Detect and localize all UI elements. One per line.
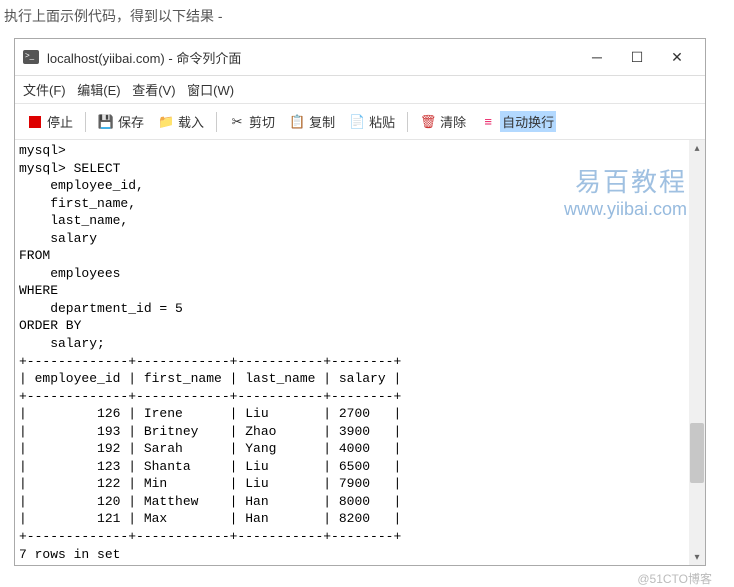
intro-text: 执行上面示例代码，得到以下结果 - — [4, 6, 730, 26]
cut-button[interactable]: ✂ 剪切 — [223, 109, 281, 134]
load-label: 载入 — [178, 112, 204, 131]
menu-bar: 文件(F) 编辑(E) 查看(V) 窗口(W) — [15, 76, 705, 104]
separator — [407, 112, 408, 132]
page-watermark: @51CTO博客 — [0, 566, 734, 587]
copy-icon: 📋 — [289, 114, 305, 130]
stop-button[interactable]: 停止 — [21, 109, 79, 134]
paste-icon: 📄 — [349, 114, 365, 130]
clear-button[interactable]: 🗑 清除 — [414, 109, 472, 134]
maximize-button[interactable]: ☐ — [617, 45, 657, 69]
toolbar: 停止 💾 保存 📁 载入 ✂ 剪切 📋 复制 📄 粘贴 🗑 清除 — [15, 104, 705, 140]
autowrap-button[interactable]: ≡ 自动换行 — [474, 108, 562, 135]
minimize-button[interactable]: ─ — [577, 45, 617, 69]
paste-label: 粘贴 — [369, 112, 395, 131]
stop-label: 停止 — [47, 112, 73, 131]
window-controls: ─ ☐ ✕ — [577, 45, 697, 69]
stop-icon — [27, 114, 43, 130]
app-window: localhost(yiibai.com) - 命令列介面 ─ ☐ ✕ 文件(F… — [14, 38, 706, 566]
menu-edit[interactable]: 编辑(E) — [77, 83, 120, 98]
separator — [216, 112, 217, 132]
save-button[interactable]: 💾 保存 — [92, 109, 150, 134]
trash-icon: 🗑 — [420, 114, 436, 130]
save-icon: 💾 — [98, 114, 114, 130]
auto-label: 自动换行 — [500, 111, 556, 132]
window-title: localhost(yiibai.com) - 命令列介面 — [47, 48, 577, 67]
scrollbar[interactable]: ▴ ▾ — [689, 140, 705, 565]
wrap-icon: ≡ — [480, 114, 496, 130]
scroll-down-button[interactable]: ▾ — [689, 549, 705, 565]
load-button[interactable]: 📁 载入 — [152, 109, 210, 134]
folder-icon: 📁 — [158, 114, 174, 130]
scroll-thumb[interactable] — [690, 423, 704, 483]
cut-label: 剪切 — [249, 112, 275, 131]
scroll-up-button[interactable]: ▴ — [689, 140, 705, 156]
copy-button[interactable]: 📋 复制 — [283, 109, 341, 134]
scissors-icon: ✂ — [229, 114, 245, 130]
paste-button[interactable]: 📄 粘贴 — [343, 109, 401, 134]
app-icon — [23, 50, 39, 64]
terminal-output[interactable]: mysql> mysql> SELECT employee_id, first_… — [15, 140, 689, 565]
separator — [85, 112, 86, 132]
clear-label: 清除 — [440, 112, 466, 131]
content-wrap: 易百教程 www.yiibai.com mysql> mysql> SELECT… — [15, 140, 705, 565]
titlebar: localhost(yiibai.com) - 命令列介面 ─ ☐ ✕ — [15, 39, 705, 76]
save-label: 保存 — [118, 112, 144, 131]
menu-file[interactable]: 文件(F) — [23, 83, 66, 98]
close-button[interactable]: ✕ — [657, 45, 697, 69]
copy-label: 复制 — [309, 112, 335, 131]
menu-view[interactable]: 查看(V) — [132, 83, 175, 98]
menu-window[interactable]: 窗口(W) — [187, 83, 234, 98]
scroll-track[interactable] — [689, 156, 705, 549]
